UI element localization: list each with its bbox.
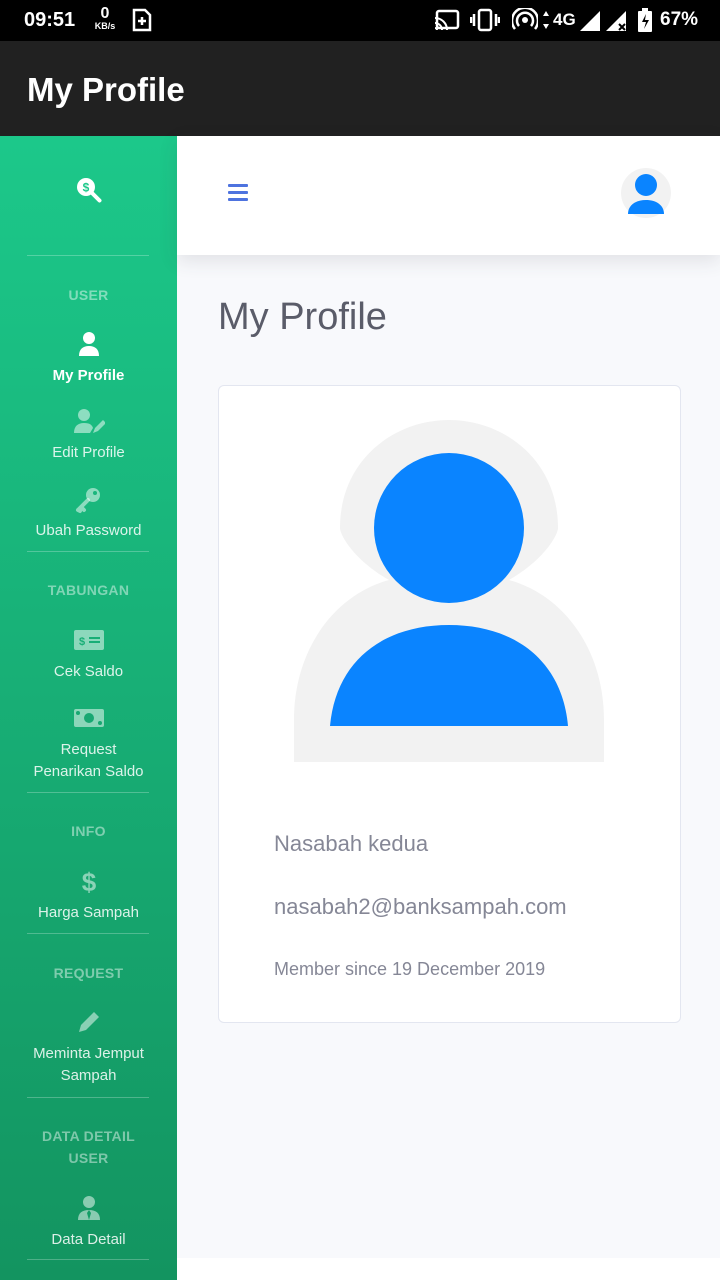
app-bar-title: My Profile <box>27 71 185 108</box>
network-type: 4G <box>553 10 576 29</box>
sidebar-item-my-profile[interactable]: My Profile <box>0 329 177 387</box>
signal-icon <box>578 10 602 37</box>
sidebar-divider <box>27 1097 149 1098</box>
money-bill-icon <box>73 709 104 727</box>
sidebar-heading-tabungan: TABUNGAN <box>47 582 130 598</box>
sidebar-item-label: Cek Saldo <box>53 663 124 680</box>
sidebar-item-request-penarikan-saldo[interactable]: Request Penarikan Saldo <box>0 703 177 783</box>
sidebar-item-harga-sampah[interactable]: $ Harga Sampah <box>0 866 177 924</box>
brand-logo[interactable]: $ <box>0 176 177 209</box>
sidebar-heading-request: REQUEST <box>53 965 124 981</box>
profile-card: Nasabah kedua nasabah2@banksampah.com Me… <box>218 385 681 1023</box>
avatar-icon <box>621 168 671 218</box>
user-icon <box>78 332 99 356</box>
sidebar-divider <box>27 551 149 552</box>
battery-percent: 67% <box>660 9 699 30</box>
topbar <box>177 136 720 255</box>
key-icon <box>75 488 100 513</box>
user-avatar[interactable] <box>621 168 671 218</box>
profile-member-since: Member since 19 December 2019 <box>274 959 546 979</box>
page-title: My Profile <box>218 296 387 338</box>
sidebar-item-label: Penarikan Saldo <box>33 763 144 780</box>
sidebar-item-edit-profile[interactable]: Edit Profile <box>0 406 177 464</box>
svg-text:$: $ <box>82 181 89 195</box>
net-speed: 0 KB/s <box>90 6 120 31</box>
heading-line: USER <box>68 1150 109 1166</box>
profile-name: Nasabah kedua <box>274 831 429 856</box>
sidebar-item-label: Edit Profile <box>52 444 125 461</box>
sidebar-item-label: Harga Sampah <box>38 904 139 921</box>
profile-email: nasabah2@banksampah.com <box>274 894 567 919</box>
status-time: 09:51 <box>24 9 76 31</box>
net-speed-value: 0 <box>100 5 110 22</box>
footer-strip <box>177 1258 720 1280</box>
pencil-icon <box>78 1012 99 1032</box>
sidebar: $ USER My Profile Edit Profile Ubah Pass… <box>0 136 177 1280</box>
svg-text:$: $ <box>81 867 96 896</box>
sidebar-item-label: Request <box>60 741 117 758</box>
status-bar: 09:51 0 KB/s 4G 67% <box>0 0 720 41</box>
search-dollar-icon: $ <box>76 178 101 203</box>
sim-add-icon <box>132 8 152 37</box>
sidebar-item-label: Data Detail <box>51 1231 126 1248</box>
hotspot-icon <box>510 6 540 37</box>
dollar-icon: $ <box>81 867 96 896</box>
user-edit-icon <box>73 409 105 433</box>
signal-nosim-icon <box>604 10 628 37</box>
heading-line: DATA DETAIL <box>42 1128 135 1144</box>
user-tie-icon <box>77 1196 100 1220</box>
vibrate-icon <box>469 8 501 37</box>
sidebar-divider <box>27 255 149 256</box>
sidebar-heading-data-detail-user: DATA DETAIL USER <box>0 1125 177 1169</box>
sidebar-item-label: My Profile <box>52 367 125 384</box>
sidebar-item-label: Meminta Jemput <box>33 1045 144 1062</box>
svg-text:$: $ <box>78 636 84 648</box>
profile-avatar-icon <box>294 420 604 762</box>
sidebar-divider <box>27 792 149 793</box>
cast-icon <box>434 9 460 36</box>
sidebar-item-label: Ubah Password <box>35 522 142 539</box>
sidebar-divider <box>27 1259 149 1260</box>
app-bar: My Profile <box>0 41 720 136</box>
sidebar-heading-info: INFO <box>71 823 106 839</box>
sidebar-item-cek-saldo[interactable]: $ Cek Saldo <box>0 625 177 683</box>
sidebar-item-label: Sampah <box>60 1067 117 1084</box>
sidebar-item-meminta-jemput-sampah[interactable]: Meminta Jemput Sampah <box>0 1007 177 1087</box>
net-speed-unit: KB/s <box>94 21 116 31</box>
menu-toggle-icon[interactable] <box>228 184 248 202</box>
sidebar-item-ubah-password[interactable]: Ubah Password <box>0 484 177 542</box>
money-check-icon: $ <box>73 630 104 650</box>
sidebar-divider <box>27 933 149 934</box>
data-arrows-icon <box>542 10 550 35</box>
sidebar-heading-user: USER <box>68 287 109 303</box>
sidebar-item-data-detail[interactable]: Data Detail <box>0 1193 177 1251</box>
battery-charging-icon <box>638 8 652 37</box>
